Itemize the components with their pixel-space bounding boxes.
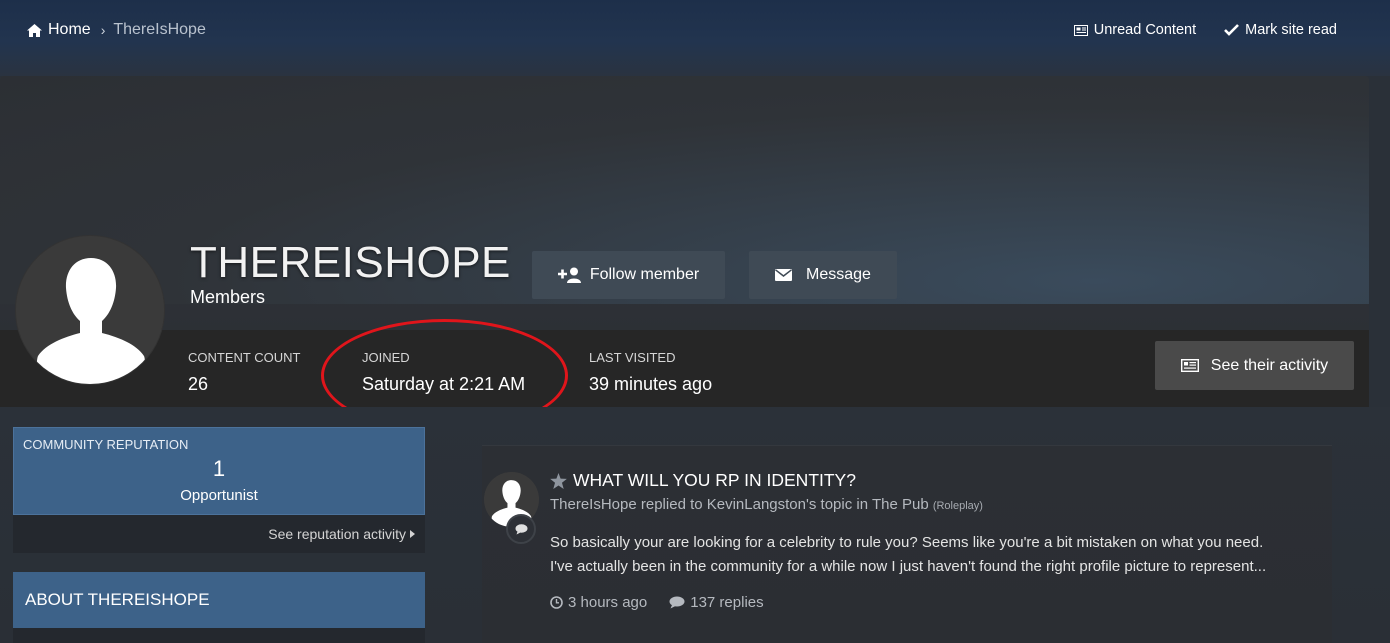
clock-icon: [550, 596, 563, 609]
feed-item-title-link[interactable]: WHAT WILL YOU RP IN IDENTITY?: [550, 470, 856, 491]
user-plus-icon: [557, 267, 582, 283]
reputation-rank: Opportunist: [180, 487, 258, 504]
caret-right-icon: [410, 530, 415, 538]
last-visited-label: LAST VISITED: [589, 350, 676, 365]
see-activity-button[interactable]: See their activity: [1155, 341, 1354, 390]
home-icon: [27, 23, 42, 37]
content-count-label: CONTENT COUNT: [188, 350, 301, 365]
list-icon: [1180, 359, 1199, 372]
message-button[interactable]: Message: [749, 251, 897, 299]
unread-content-label: Unread Content: [1093, 22, 1197, 38]
feed-item-time: 3 hours ago: [550, 594, 647, 611]
breadcrumb-current[interactable]: ThereIsHope: [113, 21, 206, 39]
mark-site-read-label: Mark site read: [1245, 22, 1337, 38]
see-reputation-activity-link[interactable]: See reputation activity: [13, 515, 425, 553]
envelope-icon: [775, 269, 793, 281]
reputation-box: COMMUNITY REPUTATION 1 Opportunist: [13, 427, 425, 515]
joined-value: Saturday at 2:21 AM: [362, 374, 526, 394]
top-bar: Home › ThereIsHope Unread Content Mark s…: [0, 0, 1390, 76]
profile-avatar[interactable]: [15, 235, 165, 385]
see-reputation-activity-label: See reputation activity: [268, 526, 406, 542]
reputation-value: 1: [212, 456, 226, 481]
feed-item-meta: ThereIsHope replied to KevinLangston's t…: [550, 496, 983, 513]
feed-item-snippet: So basically your are looking for a cele…: [550, 531, 1328, 579]
feed-item-meta-text: ThereIsHope replied to KevinLangston's t…: [550, 496, 929, 513]
joined-label: JOINED: [362, 350, 410, 365]
message-label: Message: [806, 266, 871, 283]
mark-site-read-link[interactable]: Mark site read: [1224, 22, 1337, 38]
top-nav: Unread Content Mark site read: [1073, 22, 1337, 38]
follow-member-label: Follow member: [589, 266, 700, 283]
breadcrumb-home[interactable]: Home: [27, 21, 91, 39]
about-title: ABOUT THEREISHOPE: [25, 590, 210, 609]
content-count-stat: CONTENT COUNT 26: [188, 350, 300, 395]
last-visited-stat: LAST VISITED 39 minutes ago: [589, 350, 712, 395]
profile-group: Members: [190, 287, 266, 307]
breadcrumb-home-label: Home: [48, 21, 91, 38]
reputation-title: COMMUNITY REPUTATION: [23, 437, 189, 452]
about-section-header: ABOUT THEREISHOPE: [13, 572, 425, 628]
comment-icon: [669, 596, 685, 609]
feed-item-title: WHAT WILL YOU RP IN IDENTITY?: [573, 470, 856, 490]
newspaper-icon: [1073, 24, 1088, 36]
check-icon: [1224, 24, 1240, 36]
feed-item-snippet-line: So basically your are looking for a cele…: [550, 534, 1264, 551]
last-visited-value: 39 minutes ago: [589, 374, 713, 394]
default-user-icon: [16, 236, 164, 384]
breadcrumb: Home › ThereIsHope: [27, 21, 206, 39]
feed-item-replies-label: 137 replies: [690, 594, 764, 611]
see-activity-label: See their activity: [1210, 356, 1329, 374]
feed-item-meta-category: (Roleplay): [932, 500, 983, 512]
star-icon: [550, 472, 567, 489]
feed-item-footer: 3 hours ago 137 replies: [550, 594, 764, 611]
follow-member-button[interactable]: Follow member: [532, 251, 725, 299]
comment-icon: [515, 523, 528, 535]
breadcrumb-separator: ›: [100, 22, 106, 38]
unread-content-link[interactable]: Unread Content: [1073, 22, 1197, 38]
feed-item-replies[interactable]: 137 replies: [669, 594, 764, 611]
feed-item-snippet-line: I've actually been in the community for …: [550, 558, 1267, 575]
about-section-body: [13, 628, 425, 643]
profile-username: THEREISHOPE: [190, 238, 511, 287]
joined-stat: JOINED Saturday at 2:21 AM: [362, 350, 525, 395]
comment-badge: [506, 514, 536, 544]
feed-item-time-label: 3 hours ago: [568, 594, 648, 611]
content-count-value: 26: [188, 374, 209, 394]
